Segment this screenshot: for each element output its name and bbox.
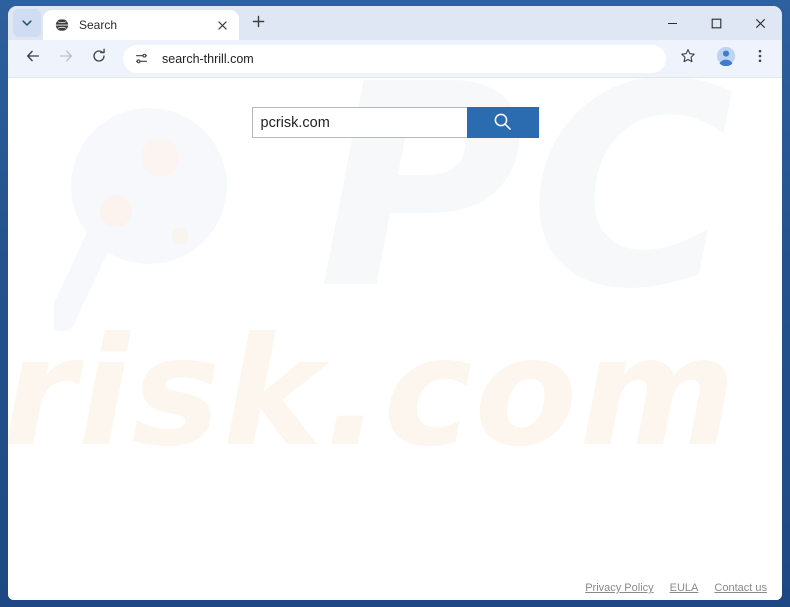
search-icon [493,112,512,134]
page-footer: Privacy Policy EULA Contact us [585,582,767,594]
search-button[interactable] [466,107,539,138]
chevron-down-icon [21,17,33,29]
close-window-button[interactable] [738,6,782,40]
footer-link-contact-us[interactable]: Contact us [714,582,767,594]
tab-search[interactable]: Search [43,10,239,40]
browser-toolbar: search-thrill.com [8,40,782,78]
three-dot-menu-icon [752,48,768,69]
back-button[interactable] [18,44,48,74]
footer-link-eula[interactable]: EULA [670,582,699,594]
search-form [251,107,539,138]
search-area [8,107,782,138]
browser-window-frame: Search search-thrill.com PC risk.com pcr… [0,0,790,607]
footer-link-privacy-policy[interactable]: Privacy Policy [585,582,653,594]
page-content: PC risk.com P [8,78,782,600]
background-watermark: PC risk.com [8,78,782,600]
tab-close-button[interactable] [213,16,231,34]
address-bar[interactable]: search-thrill.com [123,44,666,73]
window-controls [650,6,782,40]
address-bar-url: search-thrill.com [162,51,254,66]
tab-search-button[interactable] [13,9,41,37]
forward-button[interactable] [51,44,81,74]
arrow-left-icon [25,48,41,69]
plus-icon [252,15,265,33]
star-icon [680,48,696,69]
reload-icon [91,48,107,69]
account-avatar-icon [716,46,736,71]
globe-icon [54,17,70,33]
three-dot-menu-button[interactable] [746,45,774,73]
maximize-button[interactable] [694,6,738,40]
browser-window: Search search-thrill.com PC risk.com pcr… [8,6,782,600]
arrow-right-icon [58,48,74,69]
new-tab-button[interactable] [245,11,271,37]
minimize-button[interactable] [650,6,694,40]
tab-title: Search [79,18,118,32]
watermark-domain-text: risk.com [8,306,738,480]
tune-icon[interactable] [129,47,153,71]
reload-button[interactable] [84,44,114,74]
bookmark-star-button[interactable] [674,45,702,73]
search-input[interactable] [251,107,467,138]
tab-strip: Search [8,6,782,40]
profile-avatar-button[interactable] [712,45,740,73]
